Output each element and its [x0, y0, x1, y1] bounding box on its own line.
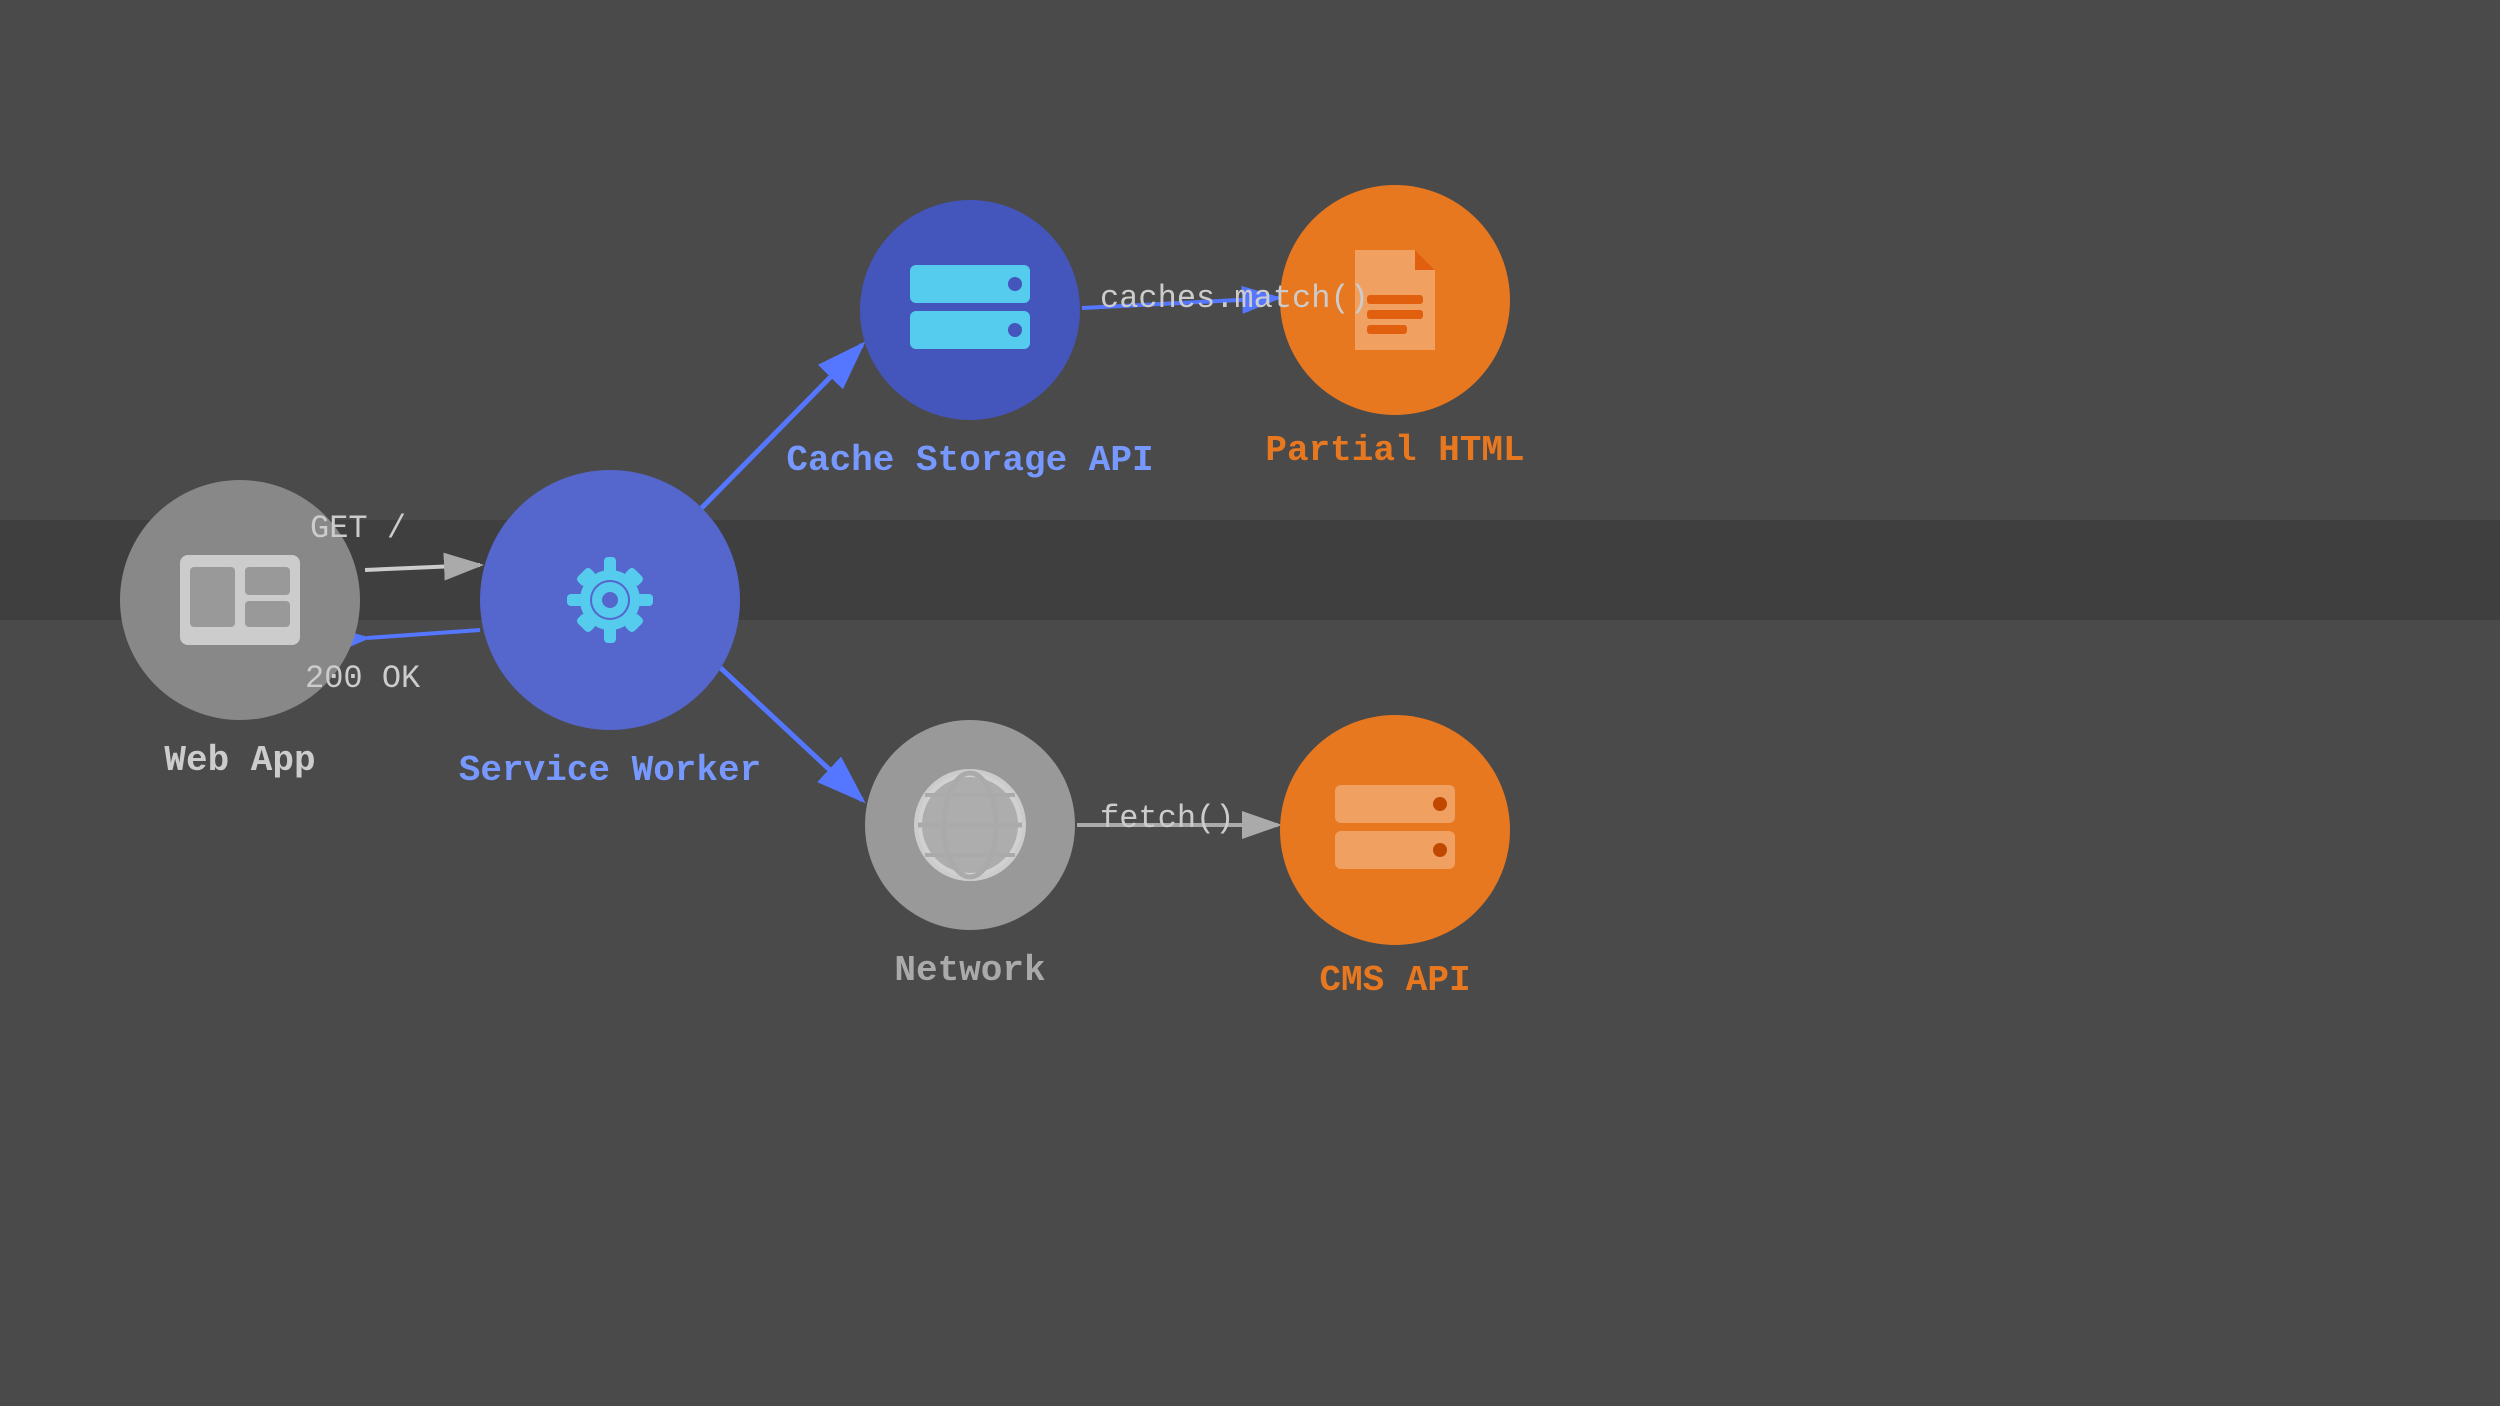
diagram: Web App Service Worker Cache Storage API… — [0, 0, 2500, 1406]
cms-database-icon — [1325, 775, 1465, 885]
get-label: GET / — [310, 510, 406, 547]
ok-arrow — [367, 630, 480, 638]
fetch-label: fetch() — [1100, 800, 1234, 837]
cache-storage-label: Cache Storage API — [760, 440, 1180, 481]
gear-icon — [545, 535, 675, 665]
service-worker-circle — [480, 470, 740, 730]
webapp-label: Web App — [60, 740, 420, 781]
sw-to-cache-arrow — [680, 345, 862, 530]
cms-api-label: CMS API — [1200, 960, 1590, 1001]
globe-icon — [905, 760, 1035, 890]
network-label: Network — [780, 950, 1160, 991]
ok-label: 200 OK — [305, 660, 420, 697]
cache-circle — [860, 200, 1080, 420]
webapp-icon — [170, 545, 310, 655]
get-arrow — [365, 565, 480, 570]
arrows-layer — [0, 0, 2500, 1406]
partial-html-label: Partial HTML — [1180, 430, 1610, 471]
service-worker-label: Service Worker — [390, 750, 830, 791]
network-circle — [865, 720, 1075, 930]
caches-match-label: caches.match() — [1100, 280, 1369, 317]
cms-api-circle — [1280, 715, 1510, 945]
database-icon — [900, 255, 1040, 365]
